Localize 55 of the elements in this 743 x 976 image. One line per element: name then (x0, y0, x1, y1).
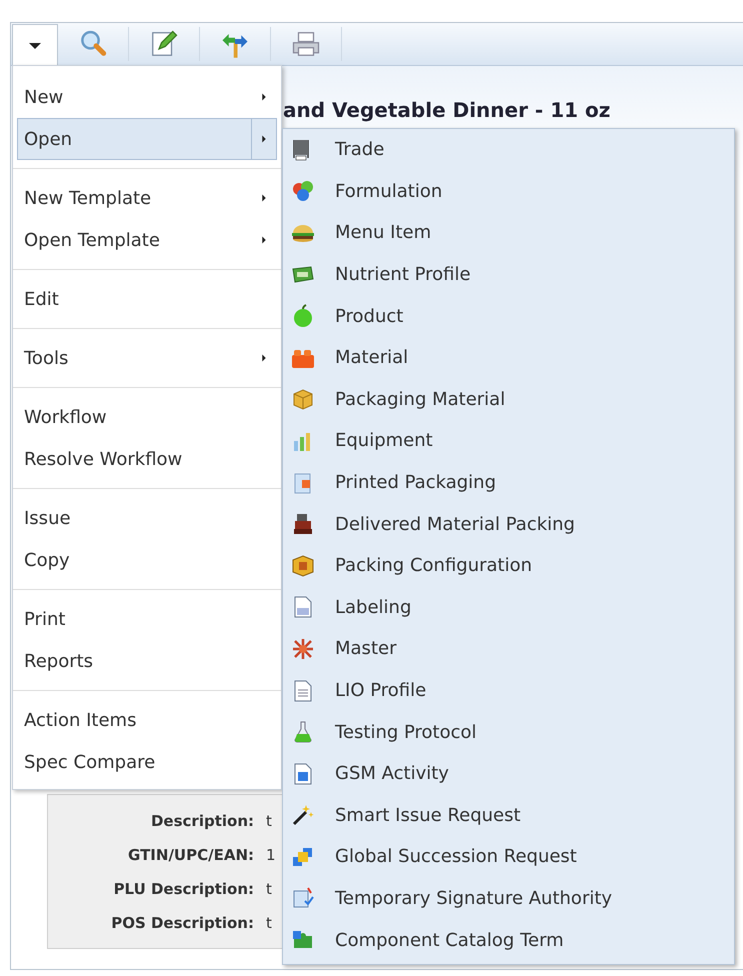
box-icon (291, 387, 315, 412)
menu-item[interactable]: Print (17, 598, 277, 640)
checklist-icon (291, 886, 315, 910)
dropdown-tab[interactable] (12, 24, 58, 67)
menu-item[interactable]: Trade (283, 129, 734, 171)
menu-item[interactable]: Testing Protocol (283, 711, 734, 753)
menu-item[interactable]: Printed Packaging (283, 462, 734, 504)
menu-item[interactable]: Menu Item (283, 212, 734, 254)
menu-item[interactable]: GSM Activity (283, 752, 734, 794)
printer-icon[interactable] (291, 29, 321, 59)
menu-item[interactable]: Open Template (17, 219, 277, 261)
wand-icon (291, 803, 315, 828)
menu-item[interactable]: Workflow (17, 396, 277, 438)
field-label: Description: (150, 810, 254, 832)
search-icon[interactable] (78, 29, 108, 59)
menu-item[interactable]: Temporary Signature Authority (283, 878, 734, 920)
page-title: and Vegetable Dinner - 11 oz (283, 97, 612, 123)
menu-item[interactable]: Labeling (283, 586, 734, 628)
field-label: PLU Description: (112, 878, 254, 900)
menu-item[interactable]: Spec Compare (17, 741, 277, 783)
field-label: GTIN/UPC/EAN: (127, 844, 254, 866)
menu-item[interactable]: Copy (17, 539, 277, 581)
menu-item[interactable]: New (17, 76, 277, 118)
menu-item[interactable]: Delivered Material Packing (283, 503, 734, 545)
menu-item[interactable]: Issue (17, 497, 277, 539)
menu-item[interactable]: Product (283, 295, 734, 337)
menu-item[interactable]: Nutrient Profile (283, 254, 734, 296)
menu-item[interactable]: Open (17, 118, 277, 160)
apple-icon (291, 304, 315, 328)
field-value: t (266, 912, 273, 934)
menu-item[interactable]: Resolve Workflow (17, 438, 277, 480)
menu-item[interactable]: New Template (17, 177, 277, 219)
menu-item[interactable]: Tools (17, 337, 277, 379)
field-value: 1 (266, 844, 277, 866)
menu-item[interactable]: Edit (17, 278, 277, 320)
menu-item[interactable]: LIO Profile (283, 670, 734, 712)
menu-item[interactable]: Formulation (283, 170, 734, 212)
menu-item[interactable]: Master (283, 628, 734, 670)
menu-item[interactable]: Smart Issue Request (283, 794, 734, 836)
edit-icon[interactable] (149, 29, 179, 59)
menu-item[interactable]: Reports (17, 640, 277, 682)
menu-item[interactable]: Packing Configuration (283, 544, 734, 587)
field-label: POS Description: (110, 912, 254, 934)
circles-icon (291, 179, 315, 204)
caret-icon (29, 43, 41, 49)
menu-item[interactable]: Global Succession Request (283, 836, 734, 878)
menu-item[interactable]: Material (283, 336, 734, 379)
crate-icon (291, 554, 315, 578)
field-value: t (266, 878, 273, 900)
menu-item[interactable]: Equipment (283, 420, 734, 462)
menu-item[interactable]: Action Items (17, 699, 277, 741)
stack-icon (291, 512, 315, 536)
field-value: t (266, 810, 273, 832)
menu-item[interactable]: Component Catalog Term (283, 919, 734, 961)
menu-item[interactable]: Packaging Material (283, 378, 734, 420)
